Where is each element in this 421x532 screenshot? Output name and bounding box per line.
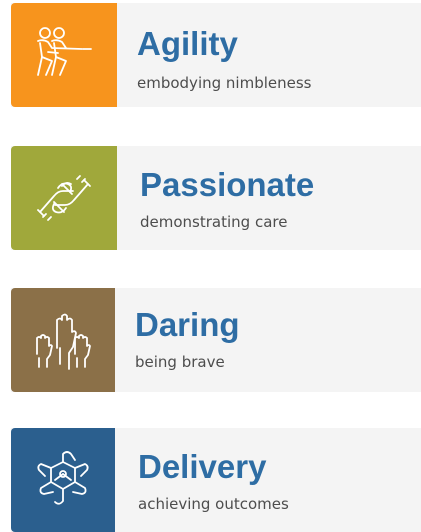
teamwork-hands-icon (37, 451, 89, 505)
icon-tile (11, 288, 115, 392)
value-title: Passionate (140, 166, 315, 203)
value-card-daring: Daring being brave (11, 288, 421, 392)
value-subtitle: being brave (135, 353, 225, 371)
value-subtitle: embodying nimbleness (137, 74, 312, 92)
raised-hands-icon (36, 313, 91, 370)
icon-tile (11, 146, 117, 250)
value-title: Agility (137, 25, 238, 62)
value-title: Daring (135, 306, 240, 343)
icon-tile (11, 428, 115, 532)
value-card-agility: Agility embodying nimbleness (11, 3, 421, 107)
value-card-delivery: Delivery achieving outcomes (11, 428, 421, 532)
value-card-passionate: Passionate demonstrating care (11, 146, 421, 250)
value-subtitle: achieving outcomes (138, 495, 289, 513)
value-title: Delivery (138, 448, 267, 485)
icon-tile (11, 3, 117, 107)
tug-of-war-icon (37, 27, 92, 76)
value-subtitle: demonstrating care (140, 213, 288, 231)
handshake-icon (37, 175, 91, 221)
